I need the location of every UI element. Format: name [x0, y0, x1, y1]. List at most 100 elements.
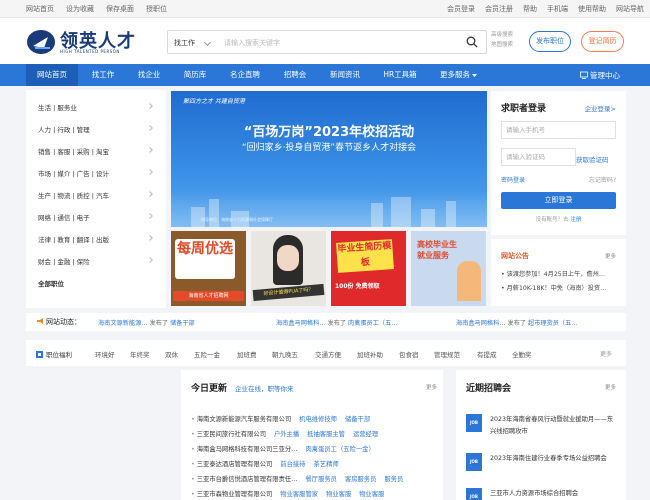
topbar-member-register[interactable]: 会员注册 [485, 4, 513, 14]
nav-item-job-fairs[interactable]: 招聘会 [272, 64, 318, 86]
job-link[interactable]: 肉禽蛋员工（五险一金） [305, 446, 374, 453]
job-link[interactable]: 机电维修技师 [299, 416, 337, 423]
job-fair-title[interactable]: 2023年海南住建行业春季专场公益招聘会 [490, 453, 618, 465]
benefit-tags-more-link[interactable]: 更多 [600, 349, 612, 358]
job-link[interactable]: 服务员 [384, 476, 403, 483]
benefit-tag[interactable]: 全勤奖 [512, 349, 532, 359]
register-resume-button[interactable]: 登记简历 [581, 31, 624, 52]
job-fair-title[interactable]: 2023年海南省春风行动暨就业援助月——东兴线招聘攻市 [490, 414, 618, 438]
company-link[interactable]: 三亚泰达酒店管理有限公司 [197, 461, 273, 468]
dynamics-job[interactable]: 肉禽蛋员工（五… [348, 320, 398, 327]
advanced-search-link[interactable]: 高级搜索 [491, 30, 513, 40]
benefit-tag[interactable]: 管理规范 [434, 349, 460, 359]
dynamics-job[interactable]: 储备干部 [170, 320, 195, 327]
corp-login-link[interactable]: 企业登录> [585, 103, 616, 113]
chevron-down-icon[interactable] [203, 38, 212, 47]
topbar-site-nav[interactable]: 网站导航 [616, 4, 644, 14]
nav-item-hr-tools[interactable]: HR工具箱 [372, 64, 428, 86]
ad-design-pua[interactable]: 好设计值得PUA了吗？ [251, 231, 326, 306]
benefit-tag[interactable]: 年终奖 [130, 349, 150, 359]
dynamics-item[interactable]: 海南盒马网格科… 发布了 肉禽蛋员工（五… [276, 318, 398, 327]
nav-item-companies[interactable]: 找企业 [126, 64, 172, 86]
job-link[interactable]: 客房服务员 [345, 476, 376, 483]
ad-weekly-picks[interactable]: 每周优选 海南省人才招聘网 [171, 231, 246, 306]
job-fair-item[interactable]: JOB 三亚市人力资源市场综合招聘会 [466, 488, 618, 500]
job-fair-item[interactable]: JOB 2023年海南住建行业春季专场公益招聘会 [466, 453, 618, 479]
search-icon[interactable] [466, 36, 478, 48]
publish-job-button[interactable]: 发布职位 [529, 31, 571, 52]
topbar-link-home[interactable]: 网站首页 [26, 4, 54, 14]
category-all-jobs[interactable]: 全部职位 [38, 278, 64, 288]
topbar-link-jobs[interactable]: 授职位 [146, 4, 167, 14]
dynamics-company[interactable]: 海南盒马网格科… [456, 320, 506, 327]
benefit-tag[interactable]: 有提成 [477, 349, 497, 359]
benefit-tag[interactable]: 交通方便 [315, 349, 341, 359]
topbar-link-favorite[interactable]: 设为收藏 [66, 4, 94, 14]
notice-item[interactable]: • 该渡您参加！4月25日上午，儋州… [501, 269, 619, 278]
search-input[interactable]: 请输入搜索关键字 [224, 38, 280, 48]
dynamics-company[interactable]: 海南盒马网格科… [276, 320, 326, 327]
category-item[interactable]: 生产 | 物流 | 质控 | 汽车 [38, 190, 109, 200]
topbar-mobile[interactable]: 手机端 [547, 4, 568, 14]
job-link[interactable]: 抵抽客服主管 [307, 431, 345, 438]
benefit-tag[interactable]: 五险一金 [194, 349, 220, 359]
ad-graduate-jobs[interactable]: 高校毕业生就业服务 [411, 231, 486, 306]
today-updates-more-link[interactable]: 更多 [426, 383, 437, 391]
dynamics-company[interactable]: 海南文源新能源… [98, 320, 148, 327]
company-link[interactable]: 海南文源新能源汽车服务有限公司 [197, 416, 291, 423]
category-item[interactable]: 人力 | 行政 | 管理 [38, 124, 90, 134]
job-fair-title[interactable]: 三亚市人力资源市场综合招聘会 [490, 488, 618, 500]
management-center-link[interactable]: 管理中心 [580, 70, 620, 81]
dynamics-item[interactable]: 海南文源新能源… 发布了 储备干部 [98, 318, 195, 327]
topbar-link-desktop[interactable]: 保存桌面 [106, 4, 134, 14]
phone-input[interactable]: 请输入手机号 [501, 121, 616, 139]
job-link[interactable]: 前台接待 [280, 461, 305, 468]
job-link[interactable]: 餐厅服务员 [305, 476, 336, 483]
hero-banner[interactable]: 聚四方之才 共建自贸港 “百场万岗”2023年校招活动 “回归家乡·投身自贸港”… [171, 91, 487, 227]
recent-job-fairs-more-link[interactable]: 更多 [605, 383, 616, 391]
nav-item-jobs[interactable]: 找工作 [80, 64, 126, 86]
company-link[interactable]: 海南盒马网格科技有限公司三亚分… [197, 446, 298, 453]
category-item[interactable]: 市场 | 媒介 | 广告 | 设计 [38, 168, 109, 178]
company-link[interactable]: 三亚市台爵信悦酒店管理有限责任… [197, 476, 298, 483]
logo-icon[interactable] [26, 28, 56, 56]
company-link[interactable]: 三亚市森物业管理有限公司 [197, 491, 273, 498]
job-link[interactable]: 物业客服管家 [280, 491, 318, 498]
get-code-button[interactable]: 获取验证码 [576, 154, 609, 164]
login-button[interactable]: 立即登录 [501, 192, 616, 209]
category-item[interactable]: 法律 | 教育 | 翻译 | 出版 [38, 234, 109, 244]
code-input[interactable]: 请输入验证码 [501, 148, 576, 166]
category-item[interactable]: 生活 | 服务业 [38, 102, 77, 112]
job-link[interactable]: 储备干部 [345, 416, 370, 423]
nav-item-top-companies[interactable]: 名企直聘 [220, 64, 270, 86]
register-link[interactable]: 注册 [570, 217, 581, 223]
job-link[interactable]: 户外主播 [274, 431, 299, 438]
notice-item[interactable]: • 月薪10K-18K！中免（海南）投资… [501, 283, 619, 292]
notice-more-link[interactable]: 更多 [605, 252, 616, 260]
benefit-tag[interactable]: 环境好 [95, 349, 115, 359]
password-login-link[interactable]: 密码登录 [501, 175, 525, 184]
search-type-select[interactable]: 找工作 [174, 38, 195, 48]
job-link[interactable]: 物业客服 [326, 491, 351, 498]
topbar-usage-help[interactable]: 使用帮助 [578, 4, 606, 14]
category-item[interactable]: 销售 | 客服 | 采购 | 淘宝 [38, 146, 109, 156]
benefit-tag[interactable]: 朝九晚五 [272, 349, 298, 359]
forgot-password-link[interactable]: 忘记密码? [589, 175, 616, 184]
nav-item-home[interactable]: 网站首页 [26, 64, 78, 86]
benefit-tag[interactable]: 双休 [165, 349, 178, 359]
job-link[interactable]: 茶艺精师 [313, 461, 338, 468]
topbar-member-login[interactable]: 会员登录 [447, 4, 475, 14]
category-item[interactable]: 网络 | 通信 | 电子 [38, 212, 90, 222]
job-link[interactable]: 物业客服 [359, 491, 384, 498]
job-link[interactable]: 运营经理 [353, 431, 378, 438]
category-item[interactable]: 财会 | 金融 | 保险 [38, 256, 90, 266]
benefit-tag[interactable]: 加班费 [237, 349, 257, 359]
nav-item-resumes[interactable]: 简历库 [172, 64, 218, 86]
topbar-help[interactable]: 帮助 [523, 4, 537, 14]
ad-resume-templates[interactable]: 毕业生简历模板 100份 免费领取 [331, 231, 406, 306]
nav-item-news[interactable]: 新闻资讯 [320, 64, 370, 86]
map-search-link[interactable]: 地图搜索 [491, 40, 513, 50]
job-fair-item[interactable]: JOB 2023年海南省春风行动暨就业援助月——东兴线招聘攻市 [466, 414, 618, 440]
benefit-tag[interactable]: 包食宿 [399, 349, 419, 359]
dynamics-item[interactable]: 海南盒马网格科… 发布了 超市理货员（五… [456, 318, 578, 327]
